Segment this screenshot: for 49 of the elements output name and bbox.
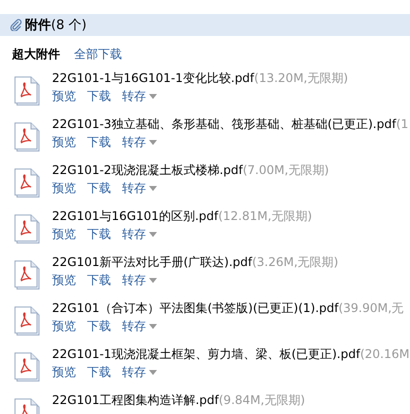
file-action-link[interactable]: 预览 [52,271,76,289]
file-action-link[interactable]: 下载 [87,179,111,197]
file-action-link[interactable]: 下载 [87,271,111,289]
file-size: (20.16M [360,347,410,361]
file-action-link[interactable]: 预览 [52,225,76,243]
file-size: (13.20M,无限期) [254,71,348,85]
file-size: (12.81M,无限期) [218,209,312,223]
caret-icon [149,370,157,374]
file-size: (9.84M,无限期) [218,393,305,407]
file-action-link[interactable]: 下载 [87,317,111,335]
file-action-link[interactable]: 预览 [52,363,76,381]
file-name[interactable]: 22G101-1与16G101-1变化比较.pdf [52,71,254,85]
paperclip-icon [10,19,22,31]
file-name[interactable]: 22G101-3独立基础、条形基础、筏形基础、桩基础(已更正).pdf [52,117,396,131]
file-action-link[interactable]: 下载 [87,87,111,105]
file-size: (1 [396,117,408,131]
file-name[interactable]: 22G101与16G101的区别.pdf [52,209,218,223]
file-size: (3.26M,无限期) [252,255,338,269]
file-action-link[interactable]: 预览 [52,317,76,335]
section-title: 附件 [25,17,51,34]
caret-icon [149,186,157,190]
file-action-link[interactable]: 下载 [87,225,111,243]
file-name[interactable]: 22G101-1现浇混凝土框架、剪力墙、梁、板(已更正).pdf [52,347,360,361]
file-action-link[interactable]: 预览 [52,87,76,105]
caret-icon [149,232,157,236]
file-name[interactable]: 22G101工程图集构造详解.pdf [52,393,219,407]
file-action-link[interactable]: 预览 [52,133,76,151]
caret-icon [149,278,157,282]
file-action-link[interactable]: 下载 [87,133,111,151]
file-action-link[interactable]: 转存 [122,133,157,151]
file-size: (7.00M,无限期) [242,163,329,177]
file-name[interactable]: 22G101新平法对比手册(广联达).pdf [52,255,252,269]
file-name[interactable]: 22G101-2现浇混凝土板式楼梯.pdf [52,163,243,177]
file-action-link[interactable]: 转存 [122,87,157,105]
file-action-link[interactable]: 转存 [122,363,157,381]
caret-icon [149,324,157,328]
file-action-link[interactable]: 下载 [87,363,111,381]
file-action-link[interactable]: 预览 [52,179,76,197]
caret-icon [149,94,157,98]
download-all-link[interactable]: 全部下载 [74,46,122,62]
attachment-count: (8 个) [51,17,87,34]
file-action-link[interactable]: 转存 [122,271,157,289]
file-size: (39.90M,无 [338,301,404,315]
file-action-link[interactable]: 转存 [122,179,157,197]
section-label: 超大附件 [12,46,60,62]
file-name[interactable]: 22G101（合订本）平法图集(书签版)(已更正)(1).pdf [52,301,338,315]
file-action-link[interactable]: 转存 [122,317,157,335]
caret-icon [149,140,157,144]
file-action-link[interactable]: 转存 [122,225,157,243]
